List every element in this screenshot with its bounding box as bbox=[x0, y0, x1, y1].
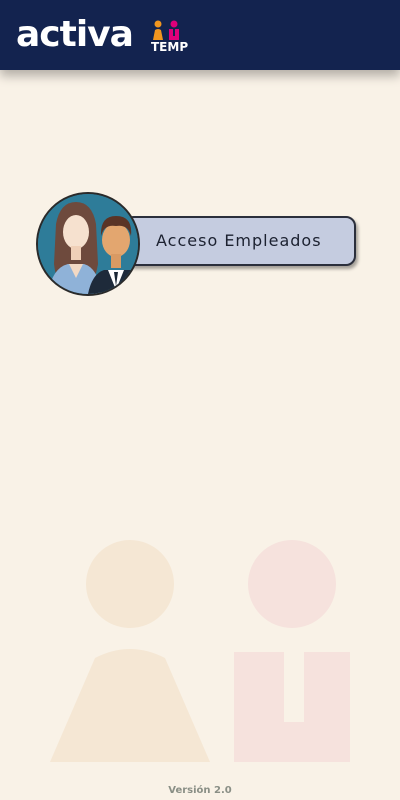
app-header: activa TEMP bbox=[0, 0, 400, 70]
app-version: Versión 2.0 bbox=[168, 785, 232, 796]
woman-and-man-icon bbox=[38, 194, 138, 294]
employee-access-label: Acceso Empleados bbox=[156, 231, 322, 250]
people-icon bbox=[153, 20, 179, 40]
background-people-watermark bbox=[50, 540, 350, 762]
logo-wordmark: activa bbox=[16, 14, 134, 55]
employee-access-button[interactable]: Acceso Empleados bbox=[36, 192, 358, 298]
employee-access-pill[interactable]: Acceso Empleados bbox=[124, 216, 356, 266]
employees-avatar-icon[interactable] bbox=[36, 192, 140, 296]
logo-subtitle: TEMP bbox=[151, 40, 189, 54]
